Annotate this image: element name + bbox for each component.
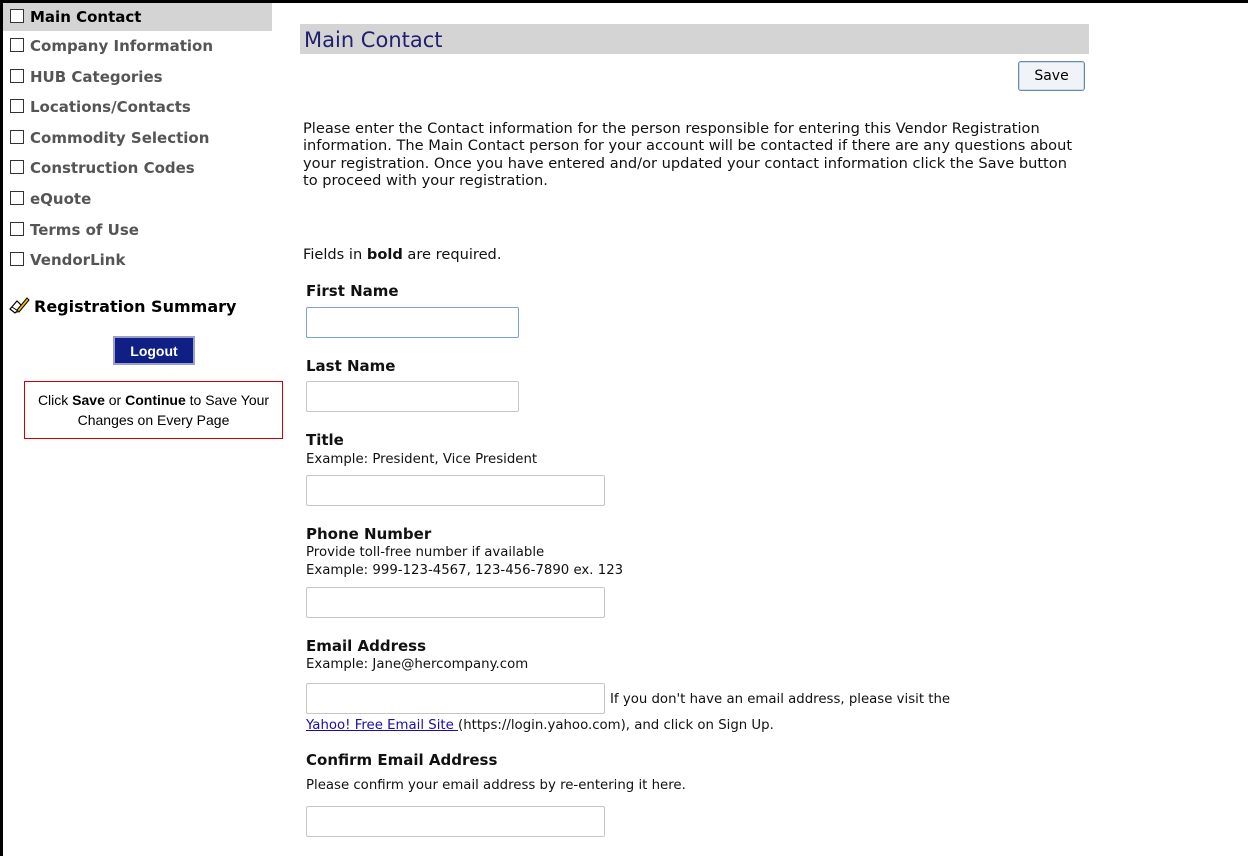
req-text: are required. [402,246,502,263]
confirm-email-input[interactable] [306,806,605,837]
email-address-label: Email Address [306,637,427,655]
sidebar-item-label: Commodity Selection [30,128,210,147]
req-text: Fields in [303,246,367,263]
sidebar-item-label: eQuote [30,189,92,208]
pencil-paper-icon [9,297,30,314]
title-input[interactable] [306,475,605,506]
note-text: or [104,392,126,408]
last-name-input[interactable] [306,381,519,412]
phone-number-label: Phone Number [306,525,432,543]
req-bold: bold [366,246,403,263]
last-name-label: Last Name [306,357,396,375]
sidebar-item-equote[interactable]: eQuote [3,184,283,215]
checkbox-icon [10,160,24,175]
note-text: Click [37,392,73,408]
checkbox-icon [10,99,24,114]
registration-summary-link[interactable]: Registration Summary [8,295,236,316]
sidebar-item-construction-codes[interactable]: Construction Codes [3,153,283,184]
checkbox-icon [10,252,24,267]
checkbox-icon [10,221,24,236]
sidebar-item-label: Construction Codes [30,159,195,178]
email-address-input[interactable] [306,683,605,714]
save-button[interactable]: Save [1018,61,1085,91]
sidebar-item-label: Company Information [30,37,214,55]
intro-text: Please enter the Contact information for… [303,120,1073,190]
phone-number-input[interactable] [306,587,605,618]
checkbox-icon [10,38,24,52]
sidebar-nav: Main Contact Company Information HUB Cat… [3,3,283,276]
first-name-label: First Name [306,282,399,300]
confirm-email-label: Confirm Email Address [306,751,498,769]
email-help-text: If you don't have an email address, plea… [610,692,951,707]
sidebar-item-label: HUB Categories [30,67,163,86]
note-save-bold: Save [72,392,105,408]
sidebar: Main Contact Company Information HUB Cat… [3,3,283,439]
required-fields-note: Fields in bold are required. [303,246,501,263]
registration-summary-label: Registration Summary [34,297,237,316]
sidebar-item-vendorlink[interactable]: VendorLink [3,245,283,276]
sidebar-item-commodity-selection[interactable]: Commodity Selection [3,123,283,154]
sidebar-item-label: VendorLink [30,251,126,270]
checkbox-icon [10,129,24,144]
page-title: Main Contact [300,24,1089,54]
checkbox-icon [10,9,24,23]
sidebar-item-main-contact[interactable]: Main Contact [3,3,272,31]
checkbox-icon [10,68,24,83]
sidebar-item-locations-contacts[interactable]: Locations/Contacts [3,92,283,123]
note-continue-bold: Continue [125,392,186,408]
save-reminder-note: Click Save or Continue to Save Your Chan… [24,381,283,439]
title-hint: Example: President, Vice President [306,452,538,467]
sidebar-item-terms-of-use[interactable]: Terms of Use [3,215,283,246]
sidebar-item-label: Main Contact [30,8,142,26]
phone-hint-example: Example: 999-123-4567, 123-456-7890 ex. … [306,563,624,578]
sidebar-item-company-information[interactable]: Company Information [3,31,283,62]
phone-hint-tollfree: Provide toll-free number if available [306,545,545,560]
logout-button[interactable]: Logout [113,336,195,365]
sidebar-item-label: Terms of Use [30,220,139,239]
title-label: Title [306,431,344,449]
email-help-line2: Yahoo! Free Email Site (https://login.ya… [306,718,774,733]
email-help-suffix: (https://login.yahoo.com), and click on … [458,718,774,733]
yahoo-email-link[interactable]: Yahoo! Free Email Site [306,718,458,733]
confirm-email-hint: Please confirm your email address by re-… [306,778,686,793]
checkbox-icon [10,190,24,205]
sidebar-item-hub-categories[interactable]: HUB Categories [3,62,283,93]
first-name-input[interactable] [306,307,519,338]
email-hint: Example: Jane@hercompany.com [306,657,529,672]
sidebar-item-label: Locations/Contacts [30,98,191,117]
